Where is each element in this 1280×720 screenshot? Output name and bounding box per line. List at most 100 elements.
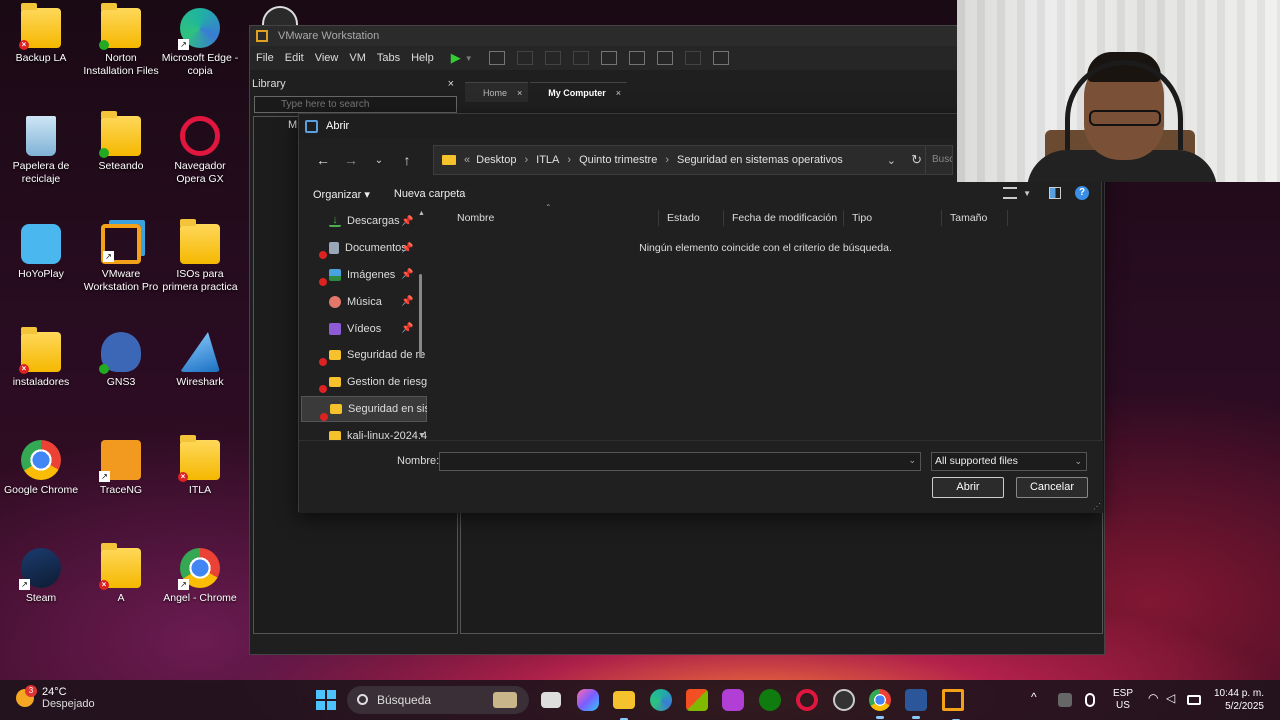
- nav-item-descargas[interactable]: ↓ Descargas 📌: [301, 208, 427, 235]
- column-tipo[interactable]: Tipo: [844, 210, 942, 226]
- tab-home[interactable]: Home ×: [465, 82, 529, 102]
- tree-item-my-computer[interactable]: M: [288, 119, 297, 131]
- breadcrumb-itla[interactable]: ITLA: [536, 154, 559, 166]
- preview-pane-icon[interactable]: [1049, 187, 1061, 199]
- filename-input[interactable]: ⌄: [439, 452, 921, 471]
- onedrive-error-icon[interactable]: [1058, 693, 1072, 707]
- taskbar-search[interactable]: Búsqueda: [347, 686, 529, 714]
- nav-item-gestion-de-riesgos[interactable]: Gestion de riesg: [301, 369, 427, 396]
- desktop-icon-backup-la[interactable]: × Backup LA: [0, 3, 82, 65]
- chevron-down-icon[interactable]: ▼: [465, 54, 473, 63]
- column-estado[interactable]: Estado: [659, 210, 724, 226]
- breadcrumb-quinto-trimestre[interactable]: Quinto trimestre: [579, 154, 657, 166]
- desktop-icon-edge-copia[interactable]: ↗ Microsoft Edge - copia: [159, 8, 241, 78]
- column-fecha[interactable]: Fecha de modificación: [724, 210, 844, 226]
- revert-snapshot-icon[interactable]: [544, 51, 561, 65]
- desktop-icon-recycle-bin[interactable]: Papelera de reciclaje: [0, 116, 82, 186]
- clock[interactable]: 10:44 p. m. 5/2/2025: [1210, 687, 1264, 713]
- scroll-up-icon[interactable]: ▲: [418, 210, 425, 217]
- desktop-icon-hoyoplay[interactable]: HoYoPlay: [0, 224, 82, 281]
- menu-tabs[interactable]: Tabs: [377, 52, 400, 64]
- pin-icon[interactable]: 📌: [401, 243, 413, 254]
- desktop-icon-seteando[interactable]: Seteando: [80, 111, 162, 173]
- chrome-icon[interactable]: [869, 689, 891, 719]
- desktop-icon-isos[interactable]: ISOs para primera practica: [159, 219, 241, 294]
- organize-button[interactable]: Organizar ▾: [313, 188, 370, 201]
- nav-item-videos[interactable]: Vídeos 📌: [301, 315, 427, 342]
- column-nombre[interactable]: Nombre ⌃: [449, 203, 659, 226]
- file-explorer-icon[interactable]: [613, 691, 635, 720]
- desktop-icon-itla[interactable]: × ITLA: [159, 435, 241, 497]
- address-bar[interactable]: « Desktop › ITLA › Quinto trimestre › Se…: [433, 145, 933, 175]
- library-search-input[interactable]: Type here to search: [254, 96, 457, 113]
- snapshot-icon[interactable]: [516, 51, 533, 65]
- menu-vm[interactable]: VM: [349, 52, 366, 64]
- nav-item-imagenes[interactable]: Imágenes 📌: [301, 262, 427, 289]
- close-icon[interactable]: ×: [616, 88, 621, 98]
- file-type-select[interactable]: All supported files ⌄: [931, 452, 1087, 471]
- resize-grip-icon[interactable]: ⋰: [1093, 502, 1101, 511]
- desktop-icon-traceng[interactable]: ↗ TraceNG: [80, 440, 162, 497]
- wifi-icon[interactable]: ◠: [1148, 691, 1162, 705]
- nav-item-seguridad-en-sistemas[interactable]: Seguridad en sis: [301, 395, 427, 423]
- show-library-icon[interactable]: [600, 51, 617, 65]
- breadcrumb-desktop[interactable]: Desktop: [476, 154, 516, 166]
- dialog-search-input[interactable]: Busca: [925, 145, 953, 175]
- pin-icon[interactable]: 📌: [401, 216, 413, 227]
- stretch-icon[interactable]: [712, 51, 729, 65]
- scrollbar-thumb[interactable]: [419, 274, 422, 358]
- power-on-icon[interactable]: ▶: [451, 50, 461, 66]
- desktop-icon-google-chrome[interactable]: Google Chrome: [0, 440, 82, 497]
- close-icon[interactable]: ×: [517, 88, 522, 98]
- nav-item-musica[interactable]: Música 📌: [301, 288, 427, 315]
- desktop-icon-norton[interactable]: Norton Installation Files: [80, 3, 162, 78]
- pin-icon[interactable]: 📌: [401, 323, 413, 334]
- desktop-icon-a[interactable]: × A: [80, 543, 162, 605]
- chevron-down-icon[interactable]: ⌄: [887, 154, 896, 167]
- cancel-button[interactable]: Cancelar: [1016, 477, 1088, 498]
- forward-icon[interactable]: →: [337, 152, 365, 168]
- new-folder-button[interactable]: Nueva carpeta: [394, 188, 466, 200]
- desktop-icon-wireshark[interactable]: Wireshark: [159, 332, 241, 389]
- copilot-icon[interactable]: [577, 689, 599, 711]
- manage-snapshots-icon[interactable]: [572, 51, 589, 65]
- language-indicator[interactable]: ESP US: [1113, 688, 1133, 712]
- view-options-icon[interactable]: [1003, 187, 1018, 199]
- desktop-icon-gns3[interactable]: GNS3: [80, 332, 162, 389]
- path-overflow[interactable]: «: [464, 154, 470, 166]
- chevron-down-icon[interactable]: ⌄: [908, 455, 916, 466]
- menu-view[interactable]: View: [315, 52, 339, 64]
- desktop-icon-angel-chrome[interactable]: ↗ Angel - Chrome: [159, 548, 241, 605]
- chevron-down-icon[interactable]: ▼: [1023, 189, 1031, 198]
- xbox-icon[interactable]: [759, 689, 781, 711]
- weather-widget[interactable]: 3 24°C Despejado: [16, 685, 95, 710]
- show-hidden-icons-icon[interactable]: ^: [1031, 690, 1045, 704]
- navigation-scrollbar[interactable]: ▲ ▼: [417, 210, 425, 440]
- up-icon[interactable]: ↑: [393, 152, 421, 168]
- pin-icon[interactable]: 📌: [401, 296, 413, 307]
- back-icon[interactable]: ←: [309, 152, 337, 168]
- clipchamp-icon[interactable]: [722, 689, 744, 711]
- send-keys-icon[interactable]: [488, 51, 505, 65]
- word-icon[interactable]: [905, 689, 927, 719]
- microphone-icon[interactable]: [1085, 693, 1095, 707]
- edge-icon[interactable]: [650, 689, 672, 711]
- windows-start-icon[interactable]: [316, 690, 336, 710]
- scroll-down-icon[interactable]: ▼: [418, 432, 425, 439]
- menu-help[interactable]: Help: [411, 52, 434, 64]
- nav-item-seguridad-de-redes[interactable]: Seguridad de re: [301, 342, 427, 369]
- tab-my-computer[interactable]: My Computer ×: [530, 82, 628, 102]
- thumbnail-bar-icon[interactable]: [628, 51, 645, 65]
- nav-item-kali-linux[interactable]: kali-linux-2024.4: [301, 422, 427, 440]
- menu-edit[interactable]: Edit: [285, 52, 304, 64]
- obs-icon[interactable]: [833, 689, 855, 711]
- pin-icon[interactable]: 📌: [401, 269, 413, 280]
- menu-file[interactable]: File: [256, 52, 274, 64]
- desktop-icon-instaladores[interactable]: × instaladores: [0, 327, 82, 389]
- desktop-icon-steam[interactable]: ↗ Steam: [0, 548, 82, 605]
- desktop-icon-vmware[interactable]: ↗ VMware Workstation Pro: [80, 224, 162, 294]
- recent-locations-icon[interactable]: ⌄: [365, 155, 393, 166]
- column-tamano[interactable]: Tamaño: [942, 210, 1008, 226]
- console-view-icon[interactable]: [684, 51, 701, 65]
- refresh-icon[interactable]: ↻: [911, 152, 922, 168]
